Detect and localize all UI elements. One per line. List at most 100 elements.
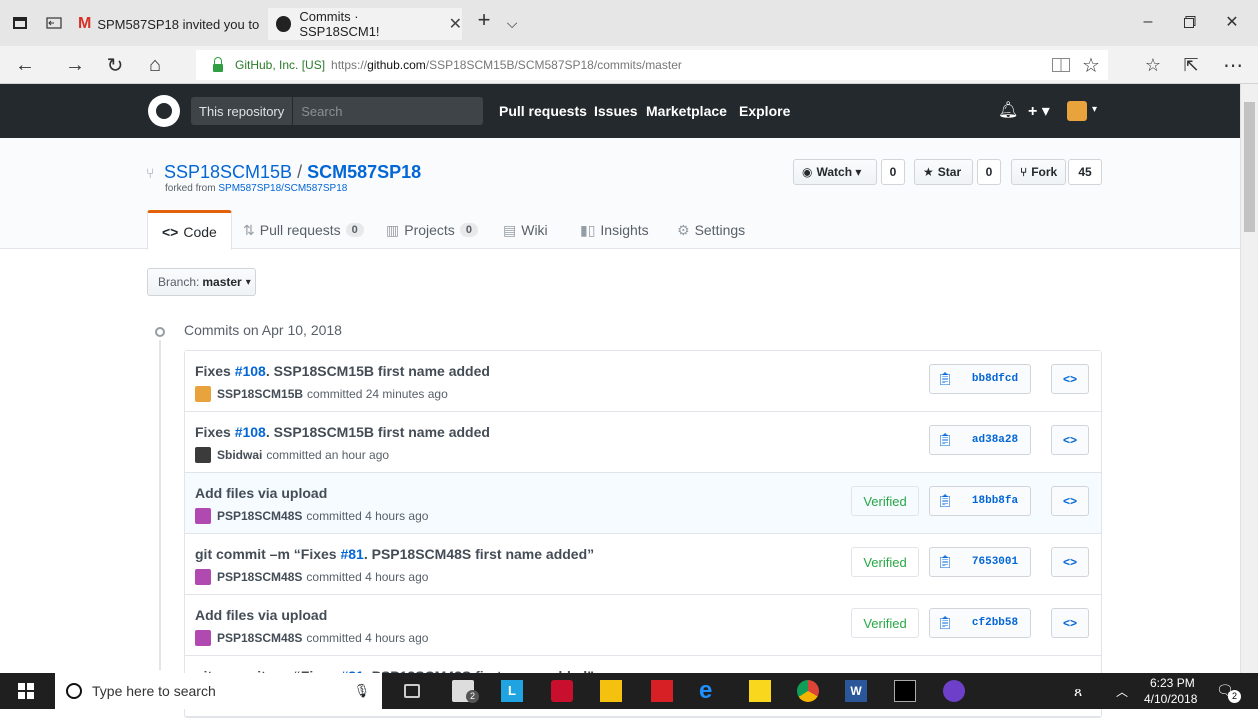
repo-name-link[interactable]: SCM587SP18 [307, 162, 421, 182]
task-view-icon[interactable] [404, 684, 420, 698]
fork-count[interactable]: 45 [1068, 159, 1102, 185]
close-tab-icon[interactable]: ✕ [449, 14, 462, 34]
issue-link[interactable]: #108 [235, 424, 266, 440]
reading-view-icon[interactable] [1050, 54, 1072, 76]
commit-author[interactable]: SSP18SCM15B [217, 387, 303, 401]
commit-message[interactable]: Fixes #108. SSP18SCM15B first name added [195, 363, 490, 379]
edge-browser-icon[interactable]: e [699, 679, 721, 703]
copy-sha-button[interactable]: 📋︎ [929, 486, 961, 516]
commit-message[interactable]: git commit –m “Fixes #81. PSP18SCM48S fi… [195, 546, 594, 562]
browse-repo-button[interactable]: <> [1051, 608, 1089, 638]
copy-sha-button[interactable]: 📋︎ [929, 547, 961, 577]
star-button[interactable]: ★ Star [914, 159, 973, 185]
notifications-bell-icon[interactable]: 🔔︎ [998, 100, 1018, 120]
nav-issues[interactable]: Issues [594, 103, 638, 119]
lync-app-icon[interactable]: L [501, 680, 523, 702]
commit-author[interactable]: PSP18SCM48S [217, 570, 302, 584]
windows-start-icon[interactable] [18, 683, 34, 702]
chevron-down-icon[interactable]: ⌵ [502, 14, 522, 32]
tray-chevron-icon[interactable]: ︿ [1116, 683, 1128, 700]
home-icon[interactable]: ⌂ [144, 54, 166, 76]
nav-marketplace[interactable]: Marketplace [646, 103, 727, 119]
user-avatar[interactable] [1067, 101, 1087, 121]
tab-wiki[interactable]: ▤ Wiki [503, 210, 548, 250]
site-identity[interactable]: GitHub, Inc. [US] [235, 58, 325, 72]
tab-code[interactable]: <> Code [147, 210, 232, 250]
people-icon[interactable]: ጸ [1074, 683, 1082, 700]
tab-pull-requests[interactable]: ⇅ Pull requests 0 [243, 210, 364, 250]
sticky-notes-icon[interactable] [749, 680, 771, 702]
microphone-icon[interactable]: 🎙︎ [353, 683, 370, 699]
restore-icon[interactable] [1180, 12, 1200, 32]
browse-repo-button[interactable]: <> [1051, 425, 1089, 455]
chrome-icon[interactable] [797, 680, 819, 702]
commit-message[interactable]: Add files via upload [195, 485, 327, 501]
nav-explore[interactable]: Explore [739, 103, 790, 119]
repo-owner-link[interactable]: SSP18SCM15B [164, 162, 292, 182]
minimize-icon[interactable]: – [1138, 12, 1158, 32]
commit-sha-button[interactable]: bb8dfcd [960, 364, 1031, 394]
commit-sha-button[interactable]: 18bb8fa [960, 486, 1031, 516]
commit-author[interactable]: PSP18SCM48S [217, 509, 302, 523]
watch-button[interactable]: ◉ Watch ▾ [793, 159, 877, 185]
terminal-icon[interactable] [894, 680, 916, 702]
watch-count[interactable]: 0 [881, 159, 905, 185]
avatar[interactable] [195, 386, 211, 402]
browse-repo-button[interactable]: <> [1051, 547, 1089, 577]
commit-sha-button[interactable]: 7653001 [960, 547, 1031, 577]
browse-repo-button[interactable]: <> [1051, 486, 1089, 516]
avatar[interactable] [195, 447, 211, 463]
create-new-menu[interactable]: + ▾ [1028, 101, 1050, 121]
tab-projects[interactable]: ▥ Projects 0 [386, 210, 478, 250]
tab-insights[interactable]: ▮▯ Insights [580, 210, 649, 250]
star-count[interactable]: 0 [977, 159, 1001, 185]
avatar[interactable] [195, 508, 211, 524]
branch-select-button[interactable]: Branch: master ▾ [147, 268, 256, 296]
clock-date[interactable]: 4/10/2018 [1144, 692, 1197, 706]
set-aside-tabs-icon[interactable] [44, 14, 64, 32]
share-icon[interactable]: ⇱ [1180, 54, 1202, 76]
taskbar-search-box[interactable]: Type here to search 🎙︎ [55, 673, 382, 709]
office-app-icon[interactable] [651, 680, 673, 702]
vertical-scrollbar[interactable] [1240, 84, 1258, 673]
commit-author[interactable]: PSP18SCM48S [217, 631, 302, 645]
commit-sha-button[interactable]: ad38a28 [960, 425, 1031, 455]
fork-button[interactable]: ⑂ Fork [1011, 159, 1066, 185]
scrollbar-thumb[interactable] [1244, 102, 1255, 232]
nav-pull-requests[interactable]: Pull requests [499, 103, 587, 119]
verified-badge[interactable]: Verified [851, 486, 919, 516]
browse-repo-button[interactable]: <> [1051, 364, 1089, 394]
tab-manager-icon[interactable] [10, 14, 30, 32]
refresh-icon[interactable]: ↻ [104, 54, 126, 77]
avatar[interactable] [195, 630, 211, 646]
url-field[interactable]: GitHub, Inc. [US] https://github.com/SSP… [196, 50, 1108, 80]
forward-icon[interactable]: → [64, 54, 86, 76]
copy-sha-button[interactable]: 📋︎ [929, 425, 961, 455]
commit-sha-button[interactable]: cf2bb58 [960, 608, 1031, 638]
clock-time[interactable]: 6:23 PM [1150, 676, 1195, 690]
copy-sha-button[interactable]: 📋︎ [929, 608, 961, 638]
search-input[interactable] [293, 103, 474, 119]
back-icon[interactable]: ← [14, 54, 36, 76]
search-box[interactable]: This repository [191, 97, 483, 125]
favorites-hub-icon[interactable]: ☆ [1142, 54, 1164, 76]
forked-from-link[interactable]: SPM587SP18/SCM587SP18 [218, 183, 347, 194]
new-tab-icon[interactable]: + [474, 7, 494, 32]
tab-settings[interactable]: ⚙ Settings [677, 210, 745, 250]
tab-gmail[interactable]: M SPM587SP18 invited you to [78, 8, 268, 40]
avatar[interactable] [195, 569, 211, 585]
more-icon[interactable]: ⋯ [1222, 54, 1244, 77]
avatar-dropdown-icon[interactable]: ▾ [1092, 104, 1097, 115]
commit-author[interactable]: Sbidwai [217, 448, 262, 462]
commit-message[interactable]: Fixes #108. SSP18SCM15B first name added [195, 424, 490, 440]
issue-link[interactable]: #108 [235, 363, 266, 379]
verified-badge[interactable]: Verified [851, 608, 919, 638]
github-logo-icon[interactable] [148, 95, 180, 127]
close-window-icon[interactable]: ✕ [1222, 12, 1242, 32]
favorite-star-icon[interactable]: ☆ [1080, 54, 1102, 77]
verified-badge[interactable]: Verified [851, 547, 919, 577]
mcafee-app-icon[interactable] [551, 680, 573, 702]
copy-sha-button[interactable]: 📋︎ [929, 364, 961, 394]
mail-app-icon[interactable]: 2 [452, 680, 479, 703]
commit-message[interactable]: Add files via upload [195, 607, 327, 623]
